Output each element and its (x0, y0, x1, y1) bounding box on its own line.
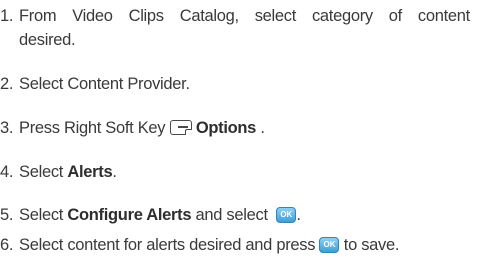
step-number: 4. (0, 163, 14, 181)
word: Video (72, 7, 113, 25)
options-label: Options (195, 119, 257, 137)
step-text-after: . (260, 119, 265, 137)
ok-key-icon: OK (276, 207, 297, 223)
step-text: Select Configure Alerts and select OK. (19, 203, 301, 227)
step-text-line-2: desired. (19, 31, 76, 49)
alerts-label: Alerts (67, 163, 113, 181)
step-text: Select Content Provider. (19, 75, 190, 93)
right-soft-key-icon (169, 120, 192, 135)
step-text-middle: and select (195, 206, 269, 224)
word: From (19, 7, 57, 25)
step-text-after: . (296, 206, 301, 224)
word: of (388, 7, 402, 25)
step-text-before: Select content for alerts desired and pr… (19, 236, 316, 254)
step-number: 5. (0, 206, 14, 224)
word: Catalog, (179, 7, 239, 25)
step-text: Press Right Soft Key Options . (19, 116, 265, 140)
step-text: Select content for alerts desired and pr… (19, 233, 399, 257)
step-number: 3. (0, 119, 14, 137)
step-text-after: to save. (343, 236, 400, 254)
step-number: 1. (0, 7, 14, 25)
word: content (417, 7, 470, 25)
ok-key-icon: OK (319, 237, 340, 253)
ok-key-label: OK (323, 240, 336, 249)
step-number: 2. (0, 75, 14, 93)
word: category (311, 7, 373, 25)
word: Clips (128, 7, 164, 25)
step-text-before: Select (19, 206, 64, 224)
ok-key-label: OK (280, 210, 293, 219)
step-text-line-1: From Video Clips Catalog, select categor… (19, 4, 470, 28)
configure-alerts-label: Configure Alerts (67, 206, 192, 224)
step-text-before: Press Right Soft Key (19, 119, 166, 137)
step-text-before: Select (19, 163, 64, 181)
word: select (254, 7, 297, 25)
step-text: Select Alerts. (19, 160, 117, 184)
step-text-after: . (112, 163, 117, 181)
step-number: 6. (0, 236, 14, 254)
